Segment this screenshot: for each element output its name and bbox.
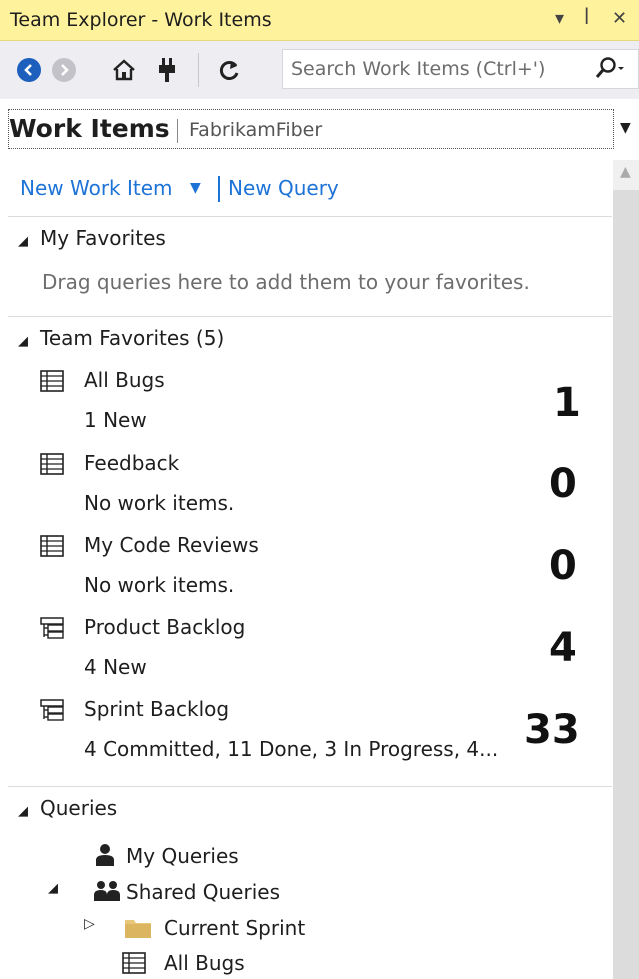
- tree-item-my-queries[interactable]: My Queries: [126, 844, 239, 868]
- close-icon[interactable]: ✕: [612, 8, 627, 29]
- vertical-scrollbar[interactable]: ▲: [613, 160, 639, 979]
- forward-arrow-icon[interactable]: [47, 53, 81, 87]
- flat-list-icon: [122, 952, 146, 978]
- action-separator: [218, 176, 220, 202]
- query-count[interactable]: 1: [553, 380, 581, 426]
- query-name[interactable]: All Bugs: [84, 368, 165, 392]
- search-input[interactable]: Search Work Items (Ctrl+'): [282, 49, 639, 89]
- new-query-link[interactable]: New Query: [228, 176, 339, 200]
- query-summary[interactable]: No work items.: [84, 573, 234, 597]
- scroll-up-icon[interactable]: ▲: [620, 164, 631, 180]
- page-title: Work Items: [9, 114, 170, 143]
- flat-list-icon: [40, 453, 64, 475]
- tree-list-icon: [40, 617, 64, 639]
- user-icon: [94, 843, 116, 871]
- tree-item-all-bugs[interactable]: All Bugs: [164, 951, 245, 975]
- query-count[interactable]: 33: [524, 707, 580, 753]
- section-divider: [8, 786, 612, 787]
- team-favorites-title: Team Favorites (5): [40, 326, 225, 350]
- plug-icon[interactable]: [150, 53, 184, 87]
- expand-triangle-icon[interactable]: ▷: [84, 916, 95, 932]
- flat-list-icon: [40, 535, 64, 557]
- new-work-item-link[interactable]: New Work Item: [20, 176, 173, 200]
- pin-icon[interactable]: ꟾ: [584, 8, 589, 29]
- query-name[interactable]: Product Backlog: [84, 615, 245, 639]
- magnifier-icon[interactable]: [594, 56, 624, 86]
- flat-list-icon: [40, 370, 64, 392]
- query-summary[interactable]: 4 Committed, 11 Done, 3 In Progress, 4..…: [84, 737, 498, 761]
- team-favorites-header[interactable]: ◢ Team Favorites (5): [18, 326, 224, 350]
- section-divider: [8, 216, 612, 217]
- query-summary[interactable]: No work items.: [84, 491, 234, 515]
- my-favorites-header[interactable]: ◢ My Favorites: [18, 226, 166, 250]
- query-count[interactable]: 4: [549, 625, 577, 671]
- group-icon: [94, 880, 120, 906]
- search-placeholder: Search Work Items (Ctrl+'): [291, 58, 546, 80]
- new-work-item-dropdown-icon[interactable]: ▼: [190, 180, 201, 196]
- folder-icon: [124, 917, 152, 943]
- chevron-down-icon[interactable]: ▼: [620, 120, 631, 136]
- query-name[interactable]: Sprint Backlog: [84, 697, 229, 721]
- query-name[interactable]: Feedback: [84, 451, 179, 475]
- toolbar-separator: [198, 53, 199, 87]
- window-title: Team Explorer - Work Items: [10, 9, 272, 31]
- queries-title: Queries: [40, 796, 118, 820]
- dropdown-arrow-icon[interactable]: ▾: [555, 8, 564, 29]
- collapse-triangle-icon[interactable]: ◢: [18, 334, 40, 349]
- query-summary[interactable]: 4 New: [84, 655, 147, 679]
- query-count[interactable]: 0: [549, 543, 577, 589]
- query-summary[interactable]: 1 New: [84, 408, 147, 432]
- home-icon[interactable]: [107, 53, 141, 87]
- my-favorites-hint: Drag queries here to add them to your fa…: [42, 270, 530, 294]
- project-name: FabrikamFiber: [189, 119, 323, 141]
- query-count[interactable]: 0: [549, 461, 577, 507]
- my-favorites-title: My Favorites: [40, 226, 166, 250]
- tree-item-current-sprint[interactable]: Current Sprint: [164, 916, 305, 940]
- collapse-triangle-icon[interactable]: ◢: [48, 881, 58, 896]
- collapse-triangle-icon[interactable]: ◢: [18, 804, 40, 819]
- queries-header[interactable]: ◢ Queries: [18, 796, 117, 820]
- header-separator: [177, 119, 178, 143]
- scrollbar-thumb[interactable]: [613, 190, 639, 979]
- section-divider: [8, 316, 612, 317]
- back-arrow-icon[interactable]: [12, 53, 46, 87]
- query-name[interactable]: My Code Reviews: [84, 533, 259, 557]
- title-bar: Team Explorer - Work Items ▾ ꟾ ✕: [0, 0, 639, 41]
- refresh-icon[interactable]: [212, 53, 246, 87]
- tree-item-shared-queries[interactable]: Shared Queries: [126, 880, 280, 904]
- toolbar: Search Work Items (Ctrl+'): [0, 41, 639, 99]
- collapse-triangle-icon[interactable]: ◢: [18, 234, 40, 249]
- page-header[interactable]: Work Items FabrikamFiber: [8, 109, 614, 149]
- tree-list-icon: [40, 699, 64, 721]
